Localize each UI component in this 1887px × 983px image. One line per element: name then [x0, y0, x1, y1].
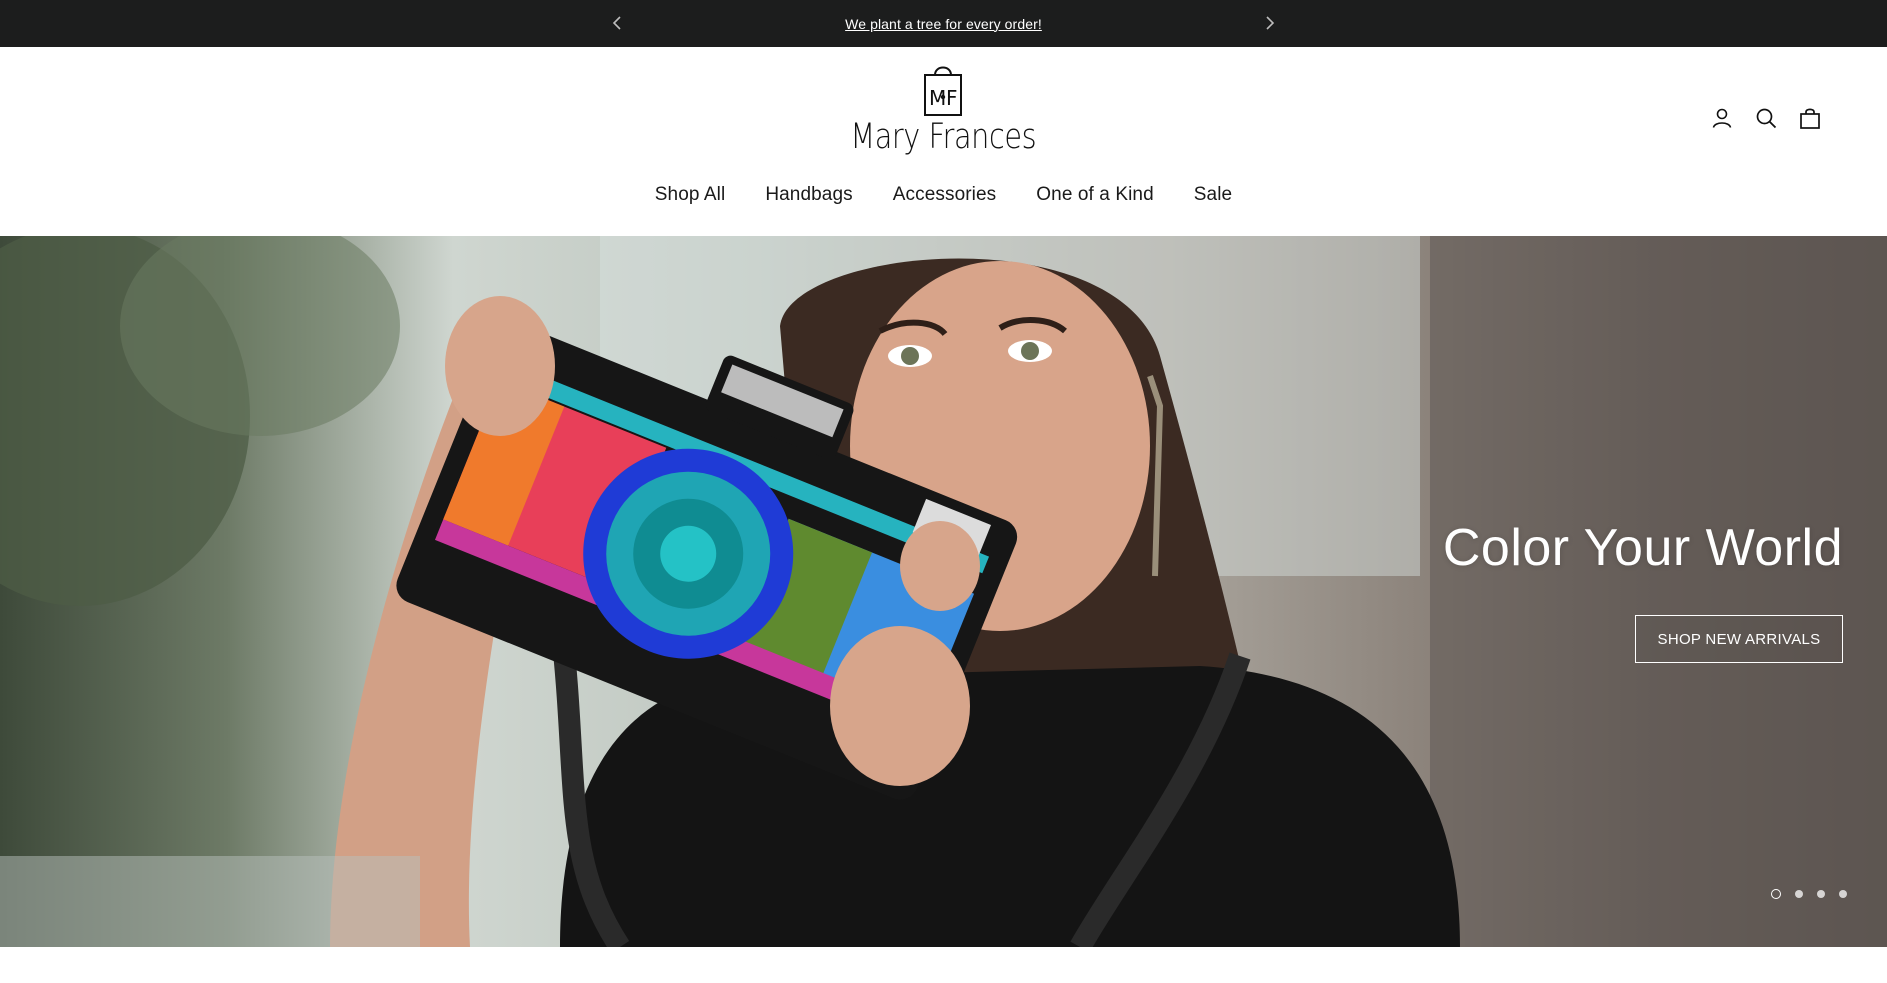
- slide-dot-1[interactable]: [1771, 889, 1781, 899]
- brand-logo[interactable]: M F Mary Frances: [845, 61, 1041, 167]
- slideshow-pagination: [1771, 889, 1847, 899]
- announcement-link[interactable]: We plant a tree for every order!: [845, 16, 1042, 32]
- hero-headline: Color Your World: [1442, 519, 1843, 577]
- main-navigation: Shop All Handbags Accessories One of a K…: [0, 184, 1887, 214]
- brand-wordmark: Mary Frances: [850, 117, 1036, 157]
- handbag-monogram-icon: M F: [924, 66, 962, 116]
- nav-sale[interactable]: Sale: [1194, 184, 1232, 214]
- announcement-bar: We plant a tree for every order!: [0, 0, 1887, 47]
- slide-dot-2[interactable]: [1795, 890, 1803, 898]
- account-button[interactable]: [1707, 103, 1737, 133]
- header-icons: [1707, 103, 1887, 143]
- shop-new-arrivals-button[interactable]: SHOP NEW ARRIVALS: [1635, 615, 1843, 663]
- account-icon: [1712, 108, 1732, 128]
- announcement-prev-button[interactable]: [604, 10, 630, 36]
- nav-shop-all[interactable]: Shop All: [655, 184, 726, 214]
- hero-image: [0, 236, 1887, 947]
- nav-accessories[interactable]: Accessories: [893, 184, 997, 214]
- chevron-left-icon: [612, 16, 621, 30]
- slide-dot-4[interactable]: [1839, 890, 1847, 898]
- hero-slideshow: Color Your World SHOP NEW ARRIVALS: [0, 236, 1887, 947]
- search-icon: [1756, 108, 1777, 129]
- nav-handbags[interactable]: Handbags: [765, 184, 852, 214]
- search-button[interactable]: [1751, 103, 1781, 133]
- cart-button[interactable]: [1795, 103, 1825, 133]
- svg-text:F: F: [946, 86, 958, 110]
- site-header: M F Mary Frances Shop All Handbags Acces…: [0, 47, 1887, 236]
- shopping-bag-icon: [1800, 108, 1820, 129]
- announcement-next-button[interactable]: [1257, 10, 1283, 36]
- nav-one-of-a-kind[interactable]: One of a Kind: [1036, 184, 1154, 214]
- chevron-right-icon: [1266, 16, 1275, 30]
- slide-dot-3[interactable]: [1817, 890, 1825, 898]
